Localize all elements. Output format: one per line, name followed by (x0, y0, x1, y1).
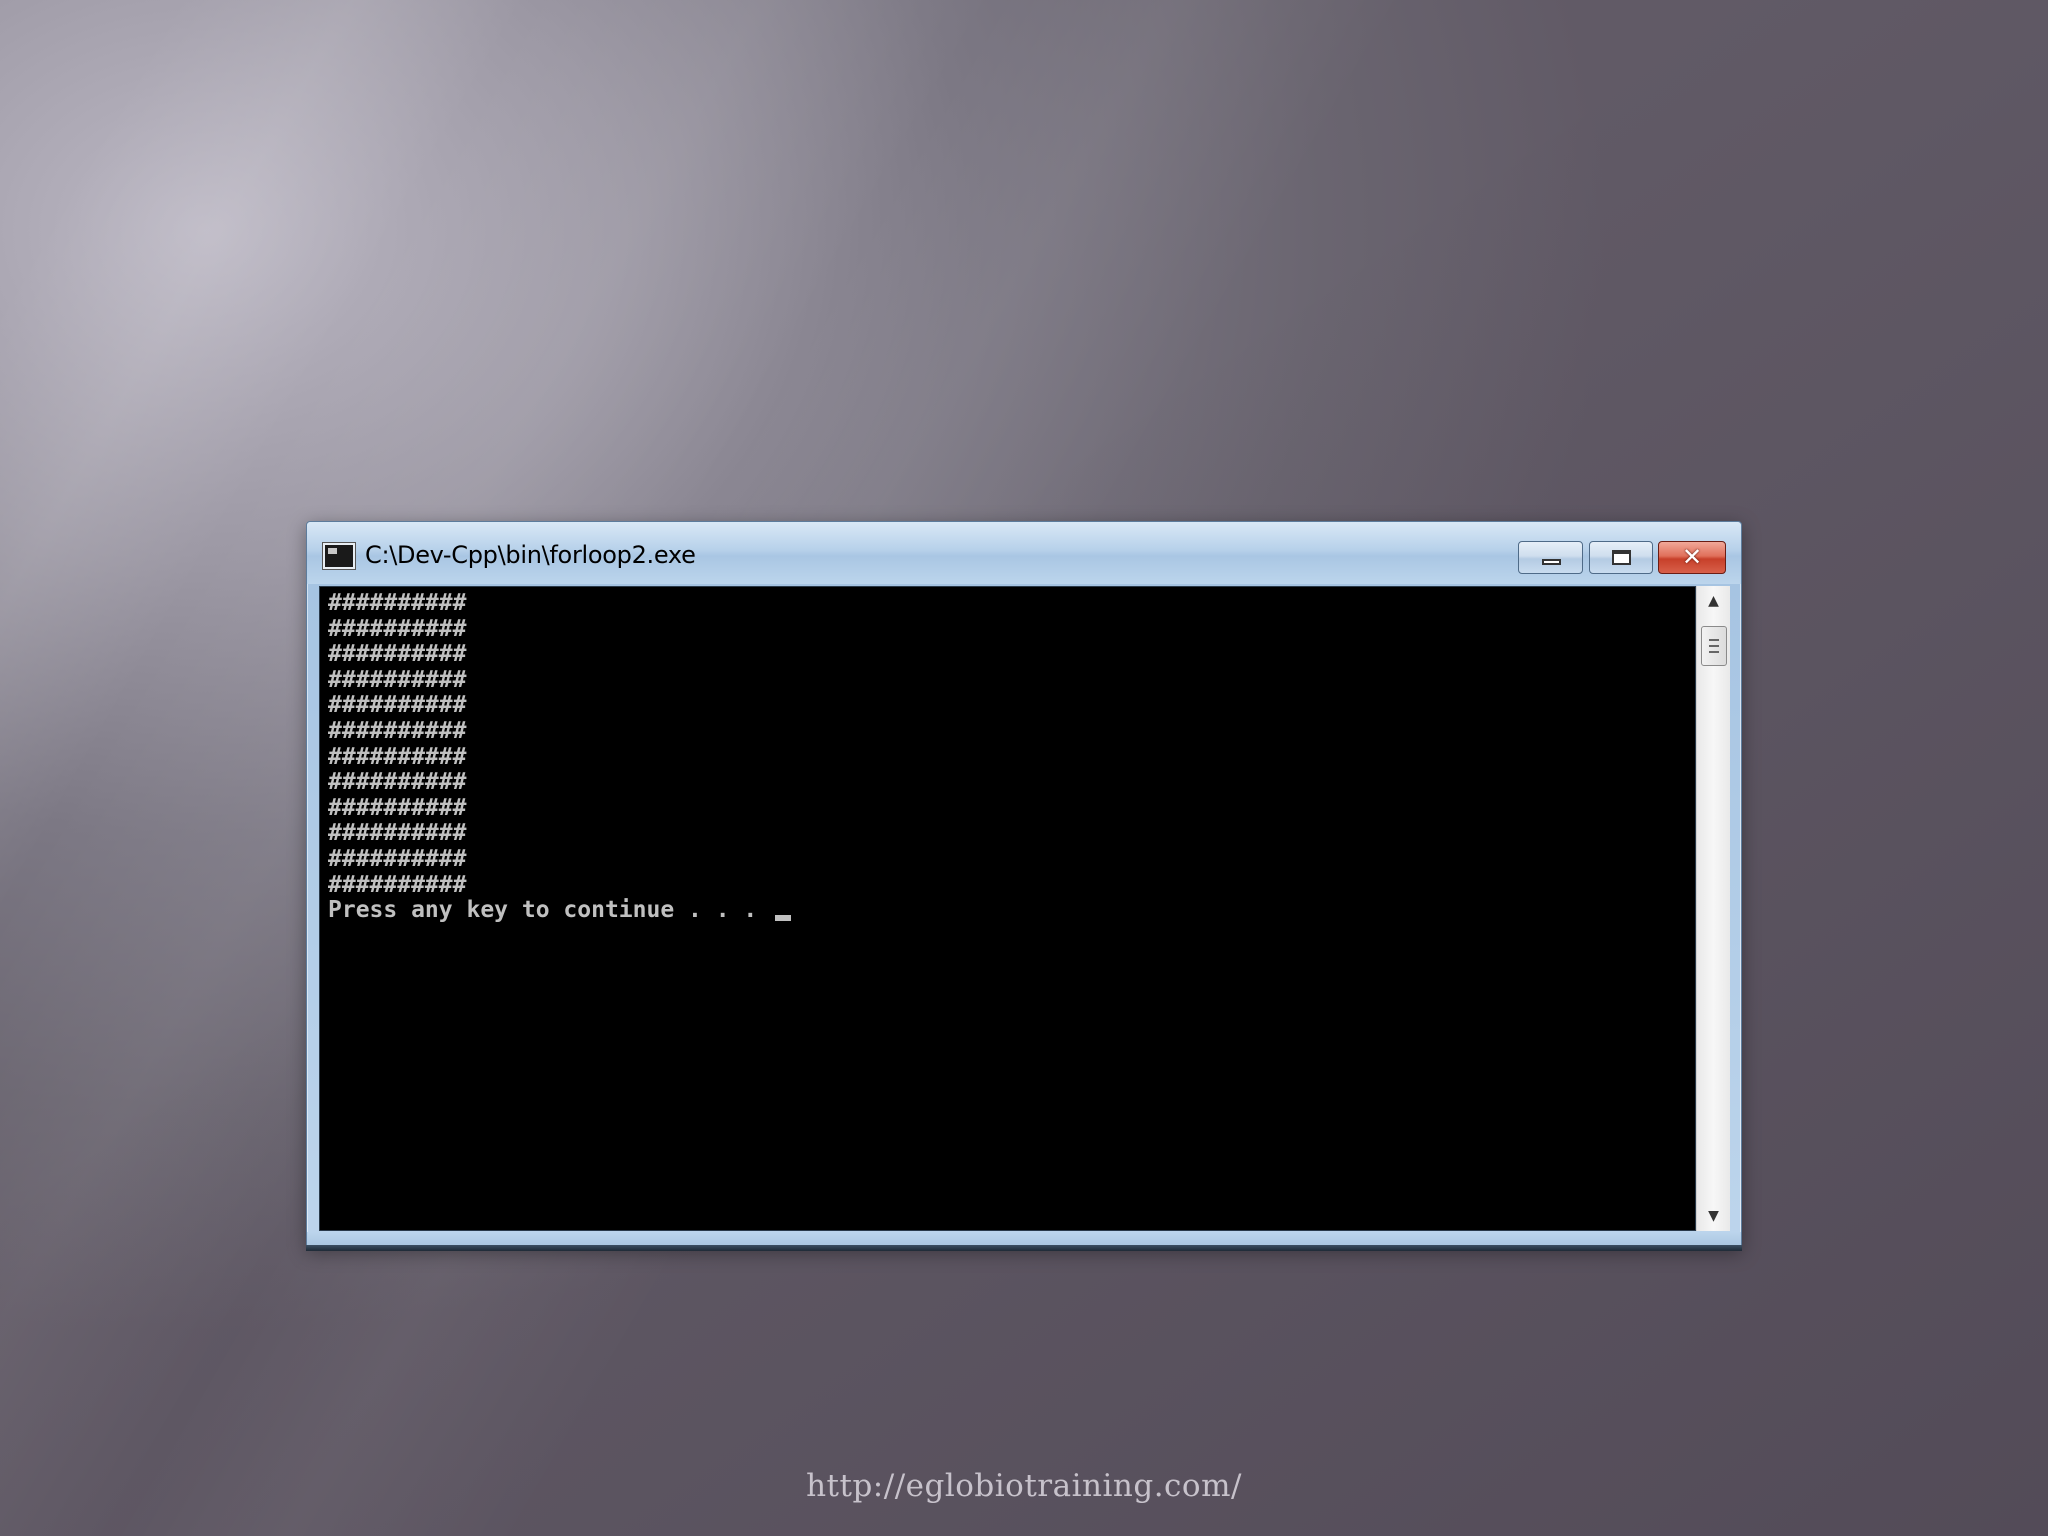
title-bar[interactable]: C:\Dev-Cpp\bin\forloop2.exe ✕ (307, 522, 1741, 584)
output-line: ########## (328, 641, 467, 668)
console-window[interactable]: C:\Dev-Cpp\bin\forloop2.exe ✕ ##########… (306, 521, 1742, 1249)
continue-prompt: Press any key to continue . . . (328, 897, 772, 924)
minimize-button[interactable] (1518, 541, 1583, 574)
footer-url: http://eglobiotraining.com/ (806, 1468, 1242, 1504)
grip-line (1709, 645, 1719, 647)
vertical-scrollbar[interactable]: ▲ ▼ (1696, 586, 1730, 1231)
text-cursor (775, 915, 792, 922)
output-line: ########## (328, 692, 467, 719)
scroll-up-arrow-icon[interactable]: ▲ (1697, 586, 1730, 616)
output-line: ########## (328, 794, 467, 821)
output-line: ########## (328, 743, 467, 770)
output-line: ########## (328, 615, 467, 642)
grip-line (1709, 651, 1719, 653)
output-line: ########## (328, 769, 467, 796)
output-line: ########## (328, 590, 467, 616)
scroll-thumb[interactable] (1701, 626, 1727, 666)
output-line: ########## (328, 717, 467, 744)
window-bottom-shadow-strip (306, 1245, 1742, 1251)
close-icon: ✕ (1681, 543, 1703, 571)
output-line: ########## (328, 845, 467, 872)
minimize-icon (1542, 559, 1561, 565)
grip-line (1709, 639, 1719, 641)
window-title: C:\Dev-Cpp\bin\forloop2.exe (365, 541, 696, 569)
maximize-icon (1612, 550, 1631, 565)
output-line: ########## (328, 666, 467, 693)
output-line: ########## (328, 871, 467, 898)
console-output: ########## ########## ########## #######… (320, 587, 1695, 924)
console-app-icon[interactable] (323, 543, 355, 569)
maximize-button[interactable] (1589, 541, 1653, 574)
output-line: ########## (328, 820, 467, 847)
close-button[interactable]: ✕ (1658, 541, 1726, 574)
console-output-area[interactable]: ########## ########## ########## #######… (319, 586, 1696, 1231)
scroll-down-arrow-icon[interactable]: ▼ (1697, 1201, 1730, 1231)
